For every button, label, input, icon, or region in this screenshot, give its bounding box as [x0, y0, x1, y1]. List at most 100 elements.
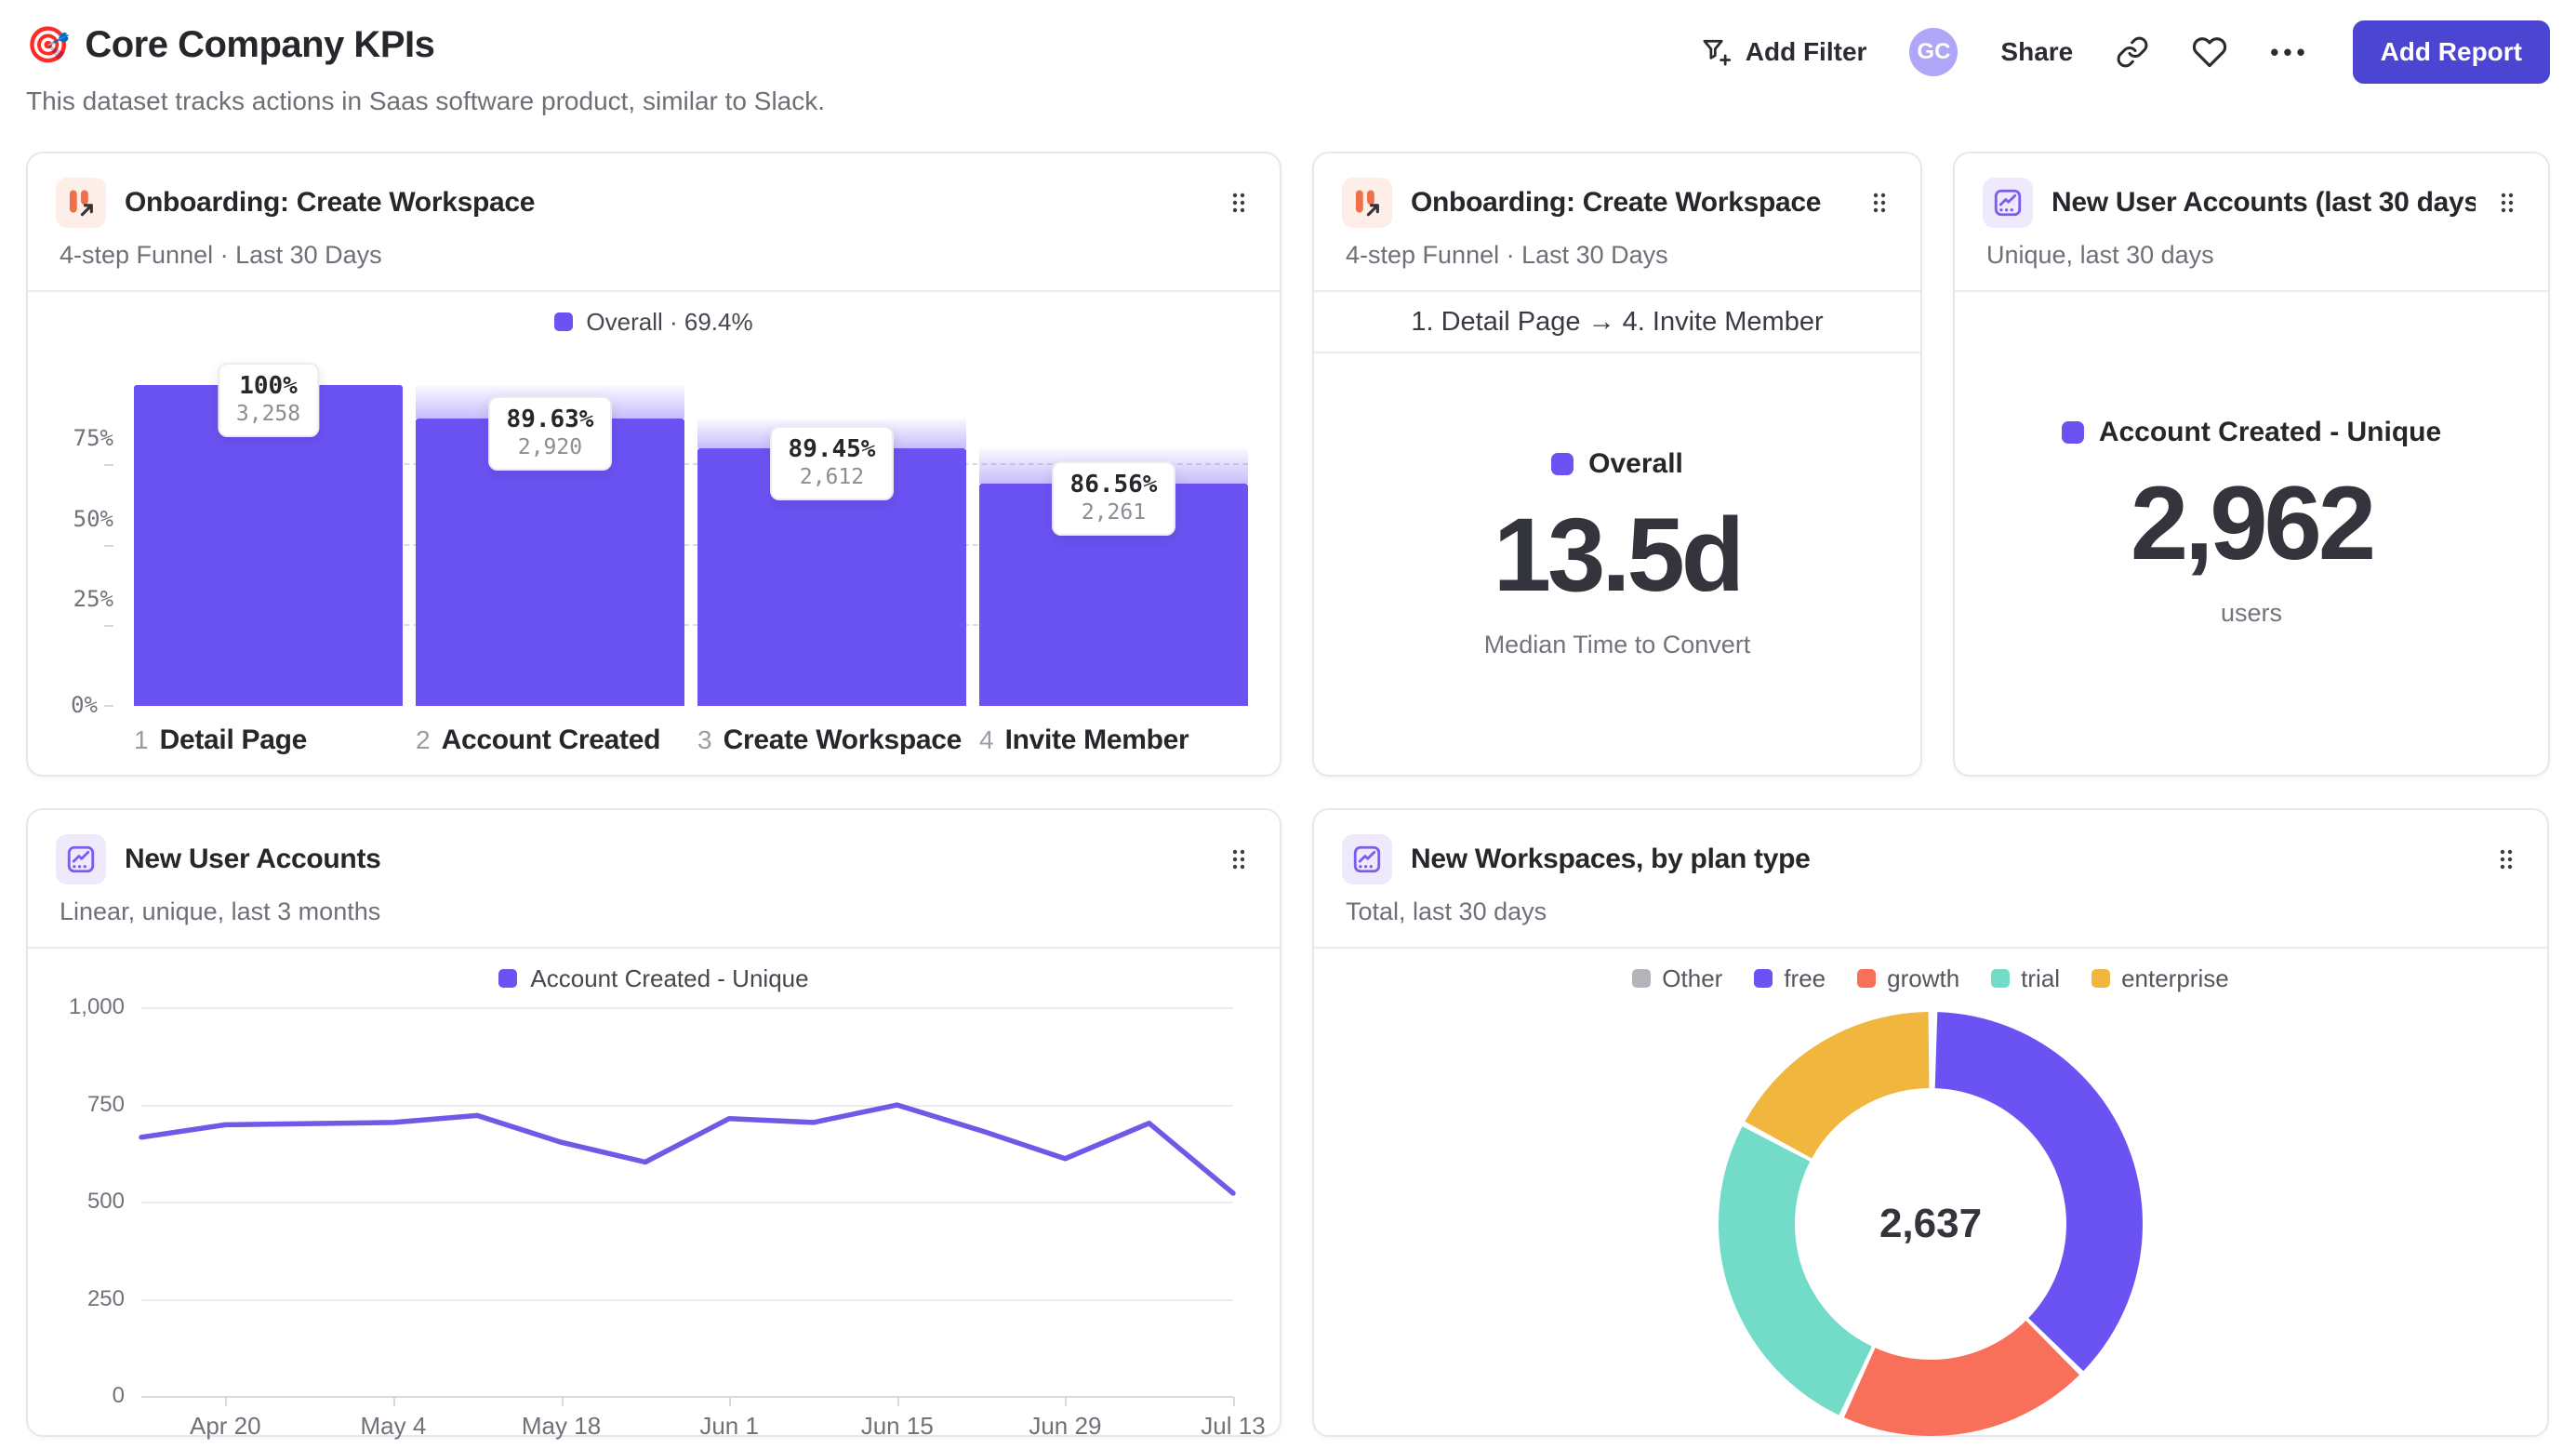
card-title[interactable]: New User Accounts (last 30 days) — [2052, 187, 2476, 219]
legend-swatch — [1991, 969, 2011, 988]
legend-swatch — [554, 312, 574, 331]
add-report-button[interactable]: Add Report — [2352, 20, 2550, 84]
x-axis-label: Jul 13 — [1201, 1412, 1266, 1440]
x-axis-label: Jun 1 — [699, 1412, 759, 1440]
avatar[interactable]: GC — [1909, 28, 1959, 76]
tooltip-percentage: 86.56% — [1069, 470, 1158, 499]
line-report-icon — [1342, 834, 1392, 884]
line-series-path — [141, 1105, 1233, 1193]
legend-label: Account Created - Unique — [530, 964, 809, 992]
dashboard-emoji-icon: 🎯 — [26, 25, 71, 65]
step-name: Create Workspace — [723, 724, 963, 755]
drag-handle-icon[interactable] — [1226, 843, 1252, 876]
card-title[interactable]: New User Accounts — [125, 844, 1207, 875]
donut-legend-item[interactable]: enterprise — [2091, 964, 2229, 993]
x-axis-tick — [225, 1397, 228, 1406]
drag-handle-icon[interactable] — [1866, 186, 1892, 219]
card-subtitle: Linear, unique, last 3 months — [60, 897, 381, 925]
step-number: 1 — [134, 725, 149, 754]
tooltip-percentage: 100% — [239, 372, 298, 400]
header-actions: Add Filter GC Share ••• Add Report — [1701, 20, 2550, 84]
card-title[interactable]: Onboarding: Create Workspace — [125, 187, 1207, 219]
x-axis-tick — [1065, 1397, 1068, 1406]
x-axis-label: May 4 — [360, 1412, 427, 1440]
funnel-bars: 100% 3,258 89.63% 2,920 89.45% 2,612 86.56% 2,2… — [134, 363, 1248, 706]
favorite-heart-icon[interactable] — [2192, 34, 2227, 70]
step-name: Account Created — [441, 724, 661, 755]
tooltip-count: 2,612 — [799, 465, 865, 490]
dashboard-header: 🎯 Core Company KPIs This dataset tracks … — [0, 0, 2576, 152]
tooltip-percentage: 89.63% — [506, 405, 594, 433]
legend-label: trial — [2021, 964, 2061, 992]
line-series-svg — [141, 1008, 1233, 1397]
funnel-chart: 75% 50% 25% 0% 100% 3,258 89.63% 2,920 89.45% 2,6… — [60, 363, 1248, 718]
line-report-icon — [56, 834, 106, 884]
funnel-legend: Overall · 69.4% — [28, 307, 1280, 337]
drag-handle-icon[interactable] — [1226, 186, 1252, 219]
drag-handle-icon[interactable] — [2494, 186, 2520, 219]
legend-label: Other — [1662, 964, 1723, 992]
funnel-step-column: 89.45% 2,612 — [697, 385, 966, 706]
step-number: 3 — [697, 725, 712, 754]
donut-legend: Other free growth trial enterprise — [1314, 964, 2547, 993]
funnel-report-icon — [1342, 178, 1392, 228]
x-axis-tick — [392, 1397, 395, 1406]
donut-chart: 2,637 — [1717, 1010, 2144, 1438]
legend-swatch — [1632, 969, 1652, 988]
page-title: Core Company KPIs — [85, 24, 435, 65]
x-axis-tick — [729, 1397, 732, 1406]
legend-swatch — [2061, 421, 2084, 445]
x-axis-labels: Apr 20 May 4 May 18 Jun 1 Jun 15 Jun 29 Jul 13 — [141, 1412, 1266, 1442]
value-tooltip: 86.56% 2,261 — [1051, 460, 1176, 536]
metric-body: Overall 13.5d Median Time to Convert — [1314, 353, 1920, 797]
donut-legend-item[interactable]: growth — [1857, 964, 1959, 993]
legend-swatch — [2091, 969, 2111, 988]
add-filter-button[interactable]: Add Filter — [1701, 36, 1867, 68]
more-options-icon[interactable]: ••• — [2270, 38, 2309, 67]
legend-label: growth — [1887, 964, 1960, 992]
legend-label: Overall — [1588, 448, 1683, 480]
y-axis-label: 0 — [112, 1383, 125, 1408]
filter-plus-icon — [1703, 39, 1731, 66]
divider — [28, 947, 1280, 949]
tooltip-percentage: 89.45% — [788, 435, 876, 464]
funnel-step-column: 86.56% 2,261 — [979, 385, 1248, 706]
donut-legend-item[interactable]: Other — [1632, 964, 1722, 993]
card-title[interactable]: Onboarding: Create Workspace — [1411, 187, 1848, 219]
metric-legend: Account Created - Unique — [2061, 417, 2442, 448]
y-axis-label: 50% — [60, 506, 113, 558]
step-number: 4 — [979, 725, 994, 754]
card-line-chart: New User Accounts Linear, unique, last 3… — [26, 808, 1281, 1440]
funnel-step-column: 89.63% 2,920 — [416, 385, 684, 706]
card-title[interactable]: New Workspaces, by plan type — [1411, 844, 2475, 875]
line-report-icon — [1983, 178, 2033, 228]
line-legend: Account Created - Unique — [28, 964, 1280, 993]
add-filter-label: Add Filter — [1745, 37, 1867, 66]
y-axis-label: 0% — [60, 692, 113, 718]
share-button[interactable]: Share — [2000, 37, 2073, 67]
cards-row-1: Onboarding: Create Workspace 4-step Funn… — [26, 152, 2550, 777]
card-subtitle: Unique, last 30 days — [1986, 241, 2214, 269]
value-tooltip: 89.63% 2,920 — [487, 395, 613, 471]
x-axis-tick — [1233, 1397, 1235, 1406]
donut-legend-item[interactable]: free — [1754, 964, 1826, 993]
x-axis-label: Jun 15 — [860, 1412, 934, 1440]
step-name: Detail Page — [159, 724, 308, 755]
funnel-step-label: 1 Detail Page — [134, 724, 403, 756]
x-axis-tick — [896, 1397, 899, 1406]
legend-label: Account Created - Unique — [2098, 417, 2442, 448]
funnel-plot: 75% 50% 25% 0% 100% 3,258 89.63% 2,920 89.45% 2,6… — [71, 363, 1248, 718]
drag-handle-icon[interactable] — [2493, 843, 2519, 876]
x-axis-label: Apr 20 — [189, 1412, 261, 1440]
y-axis-label: 25% — [60, 586, 113, 638]
donut-legend-item[interactable]: trial — [1991, 964, 2060, 993]
link-icon[interactable] — [2116, 35, 2149, 69]
line-chart: 0 250 500 750 1,000 Apr 20 May 4 May 18 Jun 1 Ju… — [60, 994, 1266, 1442]
value-tooltip: 89.45% 2,612 — [769, 426, 895, 501]
axis-tick — [104, 544, 113, 547]
legend-label: free — [1784, 964, 1826, 992]
funnel-step-labels: 1 Detail Page 2 Account Created 3 Create Work… — [134, 724, 1248, 756]
card-subtitle: 4-step Funnel · Last 30 Days — [1346, 241, 1668, 269]
axis-tick — [104, 705, 113, 707]
share-label: Share — [2000, 37, 2074, 66]
